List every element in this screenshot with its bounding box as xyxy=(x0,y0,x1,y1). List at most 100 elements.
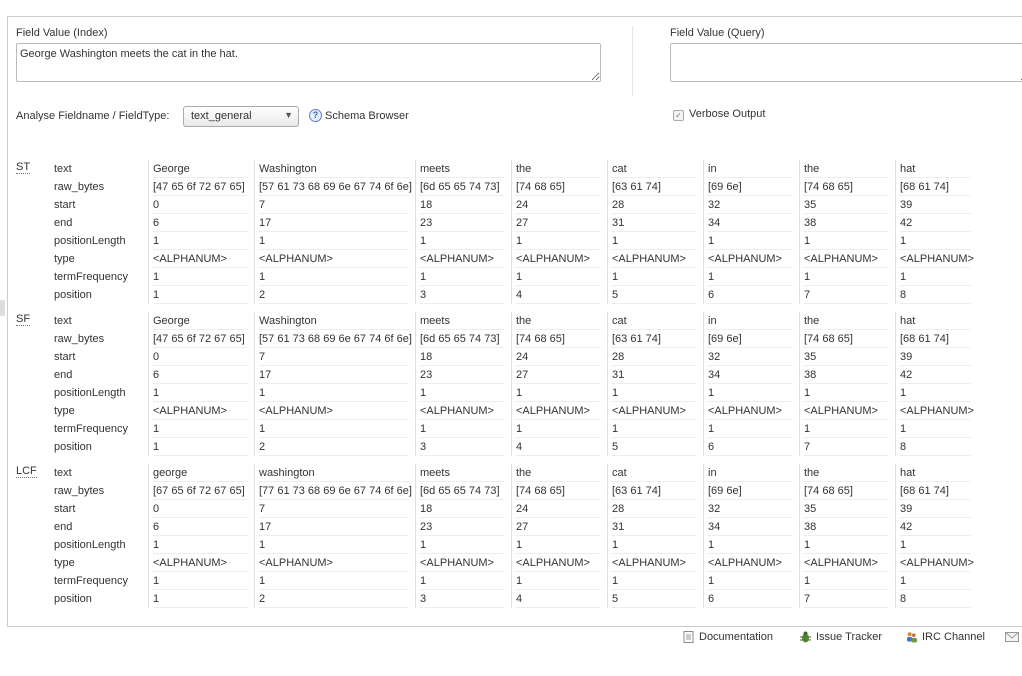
token-termfrequency-cell: 1 xyxy=(516,420,601,438)
token-position-cell: 6 xyxy=(708,590,793,608)
token-column: George [47 65 6f 72 67 65] 0 6 1 <ALPHANUM> 1 1 xyxy=(148,160,254,304)
token-raw_bytes-cell: [74 68 65] xyxy=(516,330,601,348)
token-column: hat [68 61 74] 39 42 1 <ALPHANUM> 1 8 xyxy=(895,160,977,304)
help-icon[interactable]: ? xyxy=(309,109,322,122)
token-column: cat [63 61 74] 28 31 1 <ALPHANUM> 1 5 xyxy=(607,312,703,456)
token-position-cell: 3 xyxy=(420,286,505,304)
token-end-cell: 31 xyxy=(612,366,697,384)
token-text-cell: in xyxy=(708,312,793,330)
index-field-textarea[interactable]: George Washington meets the cat in the h… xyxy=(16,43,601,82)
token-type-cell: <ALPHANUM> xyxy=(420,554,505,572)
token-start-cell: 32 xyxy=(708,500,793,518)
row-label: raw_bytes xyxy=(54,181,105,193)
token-type-cell: <ALPHANUM> xyxy=(708,250,793,268)
token-termfrequency-cell: 1 xyxy=(900,572,971,590)
token-type-cell: <ALPHANUM> xyxy=(516,402,601,420)
token-type-cell: <ALPHANUM> xyxy=(153,250,248,268)
issue-tracker-link[interactable]: Issue Tracker xyxy=(800,631,882,643)
token-start-cell: 24 xyxy=(516,500,601,518)
token-start-cell: 18 xyxy=(420,348,505,366)
left-edge-marker xyxy=(0,300,5,316)
documentation-link[interactable]: Documentation xyxy=(683,631,773,643)
token-end-cell: 27 xyxy=(516,518,601,536)
token-raw_bytes-cell: [63 61 74] xyxy=(612,178,697,196)
row-label: positionLength xyxy=(54,539,126,551)
token-position-cell: 5 xyxy=(612,286,697,304)
token-column: the [74 68 65] 24 27 1 <ALPHANUM> 1 4 xyxy=(511,464,607,608)
token-raw_bytes-cell: [74 68 65] xyxy=(804,482,889,500)
token-start-cell: 0 xyxy=(153,500,248,518)
row-label: position xyxy=(54,441,92,453)
token-termfrequency-cell: 1 xyxy=(153,572,248,590)
irc-channel-link[interactable]: IRC Channel xyxy=(906,631,985,643)
token-start-cell: 0 xyxy=(153,196,248,214)
token-position-cell: 5 xyxy=(612,590,697,608)
token-position-cell: 1 xyxy=(153,286,248,304)
token-start-cell: 7 xyxy=(259,500,409,518)
token-termfrequency-cell: 1 xyxy=(259,268,409,286)
token-positionlength-cell: 1 xyxy=(900,232,971,250)
token-type-cell: <ALPHANUM> xyxy=(900,402,974,420)
row-label: positionLength xyxy=(54,235,126,247)
token-position-cell: 6 xyxy=(708,438,793,456)
token-position-cell: 7 xyxy=(804,590,889,608)
token-type-cell: <ALPHANUM> xyxy=(420,250,505,268)
token-termfrequency-cell: 1 xyxy=(708,572,793,590)
token-termfrequency-cell: 1 xyxy=(708,420,793,438)
token-raw_bytes-cell: [74 68 65] xyxy=(516,482,601,500)
token-start-cell: 28 xyxy=(612,196,697,214)
token-termfrequency-cell: 1 xyxy=(420,420,505,438)
token-type-cell: <ALPHANUM> xyxy=(612,250,697,268)
token-end-cell: 27 xyxy=(516,366,601,384)
token-termfrequency-cell: 1 xyxy=(153,268,248,286)
token-termfrequency-cell: 1 xyxy=(612,420,697,438)
token-position-cell: 2 xyxy=(259,438,409,456)
token-position-cell: 8 xyxy=(900,590,971,608)
token-termfrequency-cell: 1 xyxy=(259,420,409,438)
token-end-cell: 23 xyxy=(420,214,505,232)
fieldtype-label: Analyse Fieldname / FieldType: xyxy=(16,110,170,122)
row-label: text xyxy=(54,315,72,327)
row-labels: text raw_bytes start end positionLength type t… xyxy=(54,312,142,456)
token-type-cell: <ALPHANUM> xyxy=(612,554,697,572)
token-type-cell: <ALPHANUM> xyxy=(804,402,889,420)
token-end-cell: 31 xyxy=(612,518,697,536)
token-start-cell: 18 xyxy=(420,196,505,214)
token-positionlength-cell: 1 xyxy=(708,536,793,554)
token-termfrequency-cell: 1 xyxy=(804,572,889,590)
documentation-label: Documentation xyxy=(699,631,773,643)
schema-browser-link[interactable]: Schema Browser xyxy=(325,110,409,122)
token-type-cell: <ALPHANUM> xyxy=(708,554,793,572)
token-termfrequency-cell: 1 xyxy=(516,572,601,590)
token-positionlength-cell: 1 xyxy=(612,536,697,554)
token-termfrequency-cell: 1 xyxy=(708,268,793,286)
token-raw_bytes-cell: [74 68 65] xyxy=(804,330,889,348)
token-text-cell: Washington xyxy=(259,312,409,330)
chain-abbreviation[interactable]: SF xyxy=(16,314,31,326)
token-text-cell: the xyxy=(516,160,601,178)
chain-abbreviation[interactable]: LCF xyxy=(16,466,37,478)
token-position-cell: 7 xyxy=(804,438,889,456)
token-end-cell: 17 xyxy=(259,518,409,536)
token-position-cell: 2 xyxy=(259,286,409,304)
chain-abbreviation[interactable]: ST xyxy=(16,162,31,174)
mailing-list-link[interactable] xyxy=(1005,631,1019,643)
token-column: meets [6d 65 65 74 73] 18 23 1 <ALPHANUM> 1 3 xyxy=(415,312,511,456)
fieldtype-select[interactable]: text_general ▼ xyxy=(183,106,299,127)
row-labels: text raw_bytes start end positionLength type t… xyxy=(54,160,142,304)
token-column: hat [68 61 74] 39 42 1 <ALPHANUM> 1 8 xyxy=(895,312,977,456)
token-start-cell: 35 xyxy=(804,500,889,518)
query-field-textarea[interactable] xyxy=(670,43,1022,82)
token-position-cell: 7 xyxy=(804,286,889,304)
token-text-cell: hat xyxy=(900,464,971,482)
token-raw_bytes-cell: [68 61 74] xyxy=(900,482,971,500)
token-positionlength-cell: 1 xyxy=(259,384,409,402)
token-type-cell: <ALPHANUM> xyxy=(900,250,974,268)
token-column: in [69 6e] 32 34 1 <ALPHANUM> 1 6 xyxy=(703,160,799,304)
token-columns: george [67 65 6f 72 67 65] 0 6 1 <ALPHANUM> 1 1… xyxy=(148,464,977,608)
token-positionlength-cell: 1 xyxy=(900,384,971,402)
token-raw_bytes-cell: [63 61 74] xyxy=(612,330,697,348)
token-position-cell: 5 xyxy=(612,438,697,456)
token-type-cell: <ALPHANUM> xyxy=(804,250,889,268)
verbose-output-checkbox[interactable]: ✓ xyxy=(673,110,684,121)
